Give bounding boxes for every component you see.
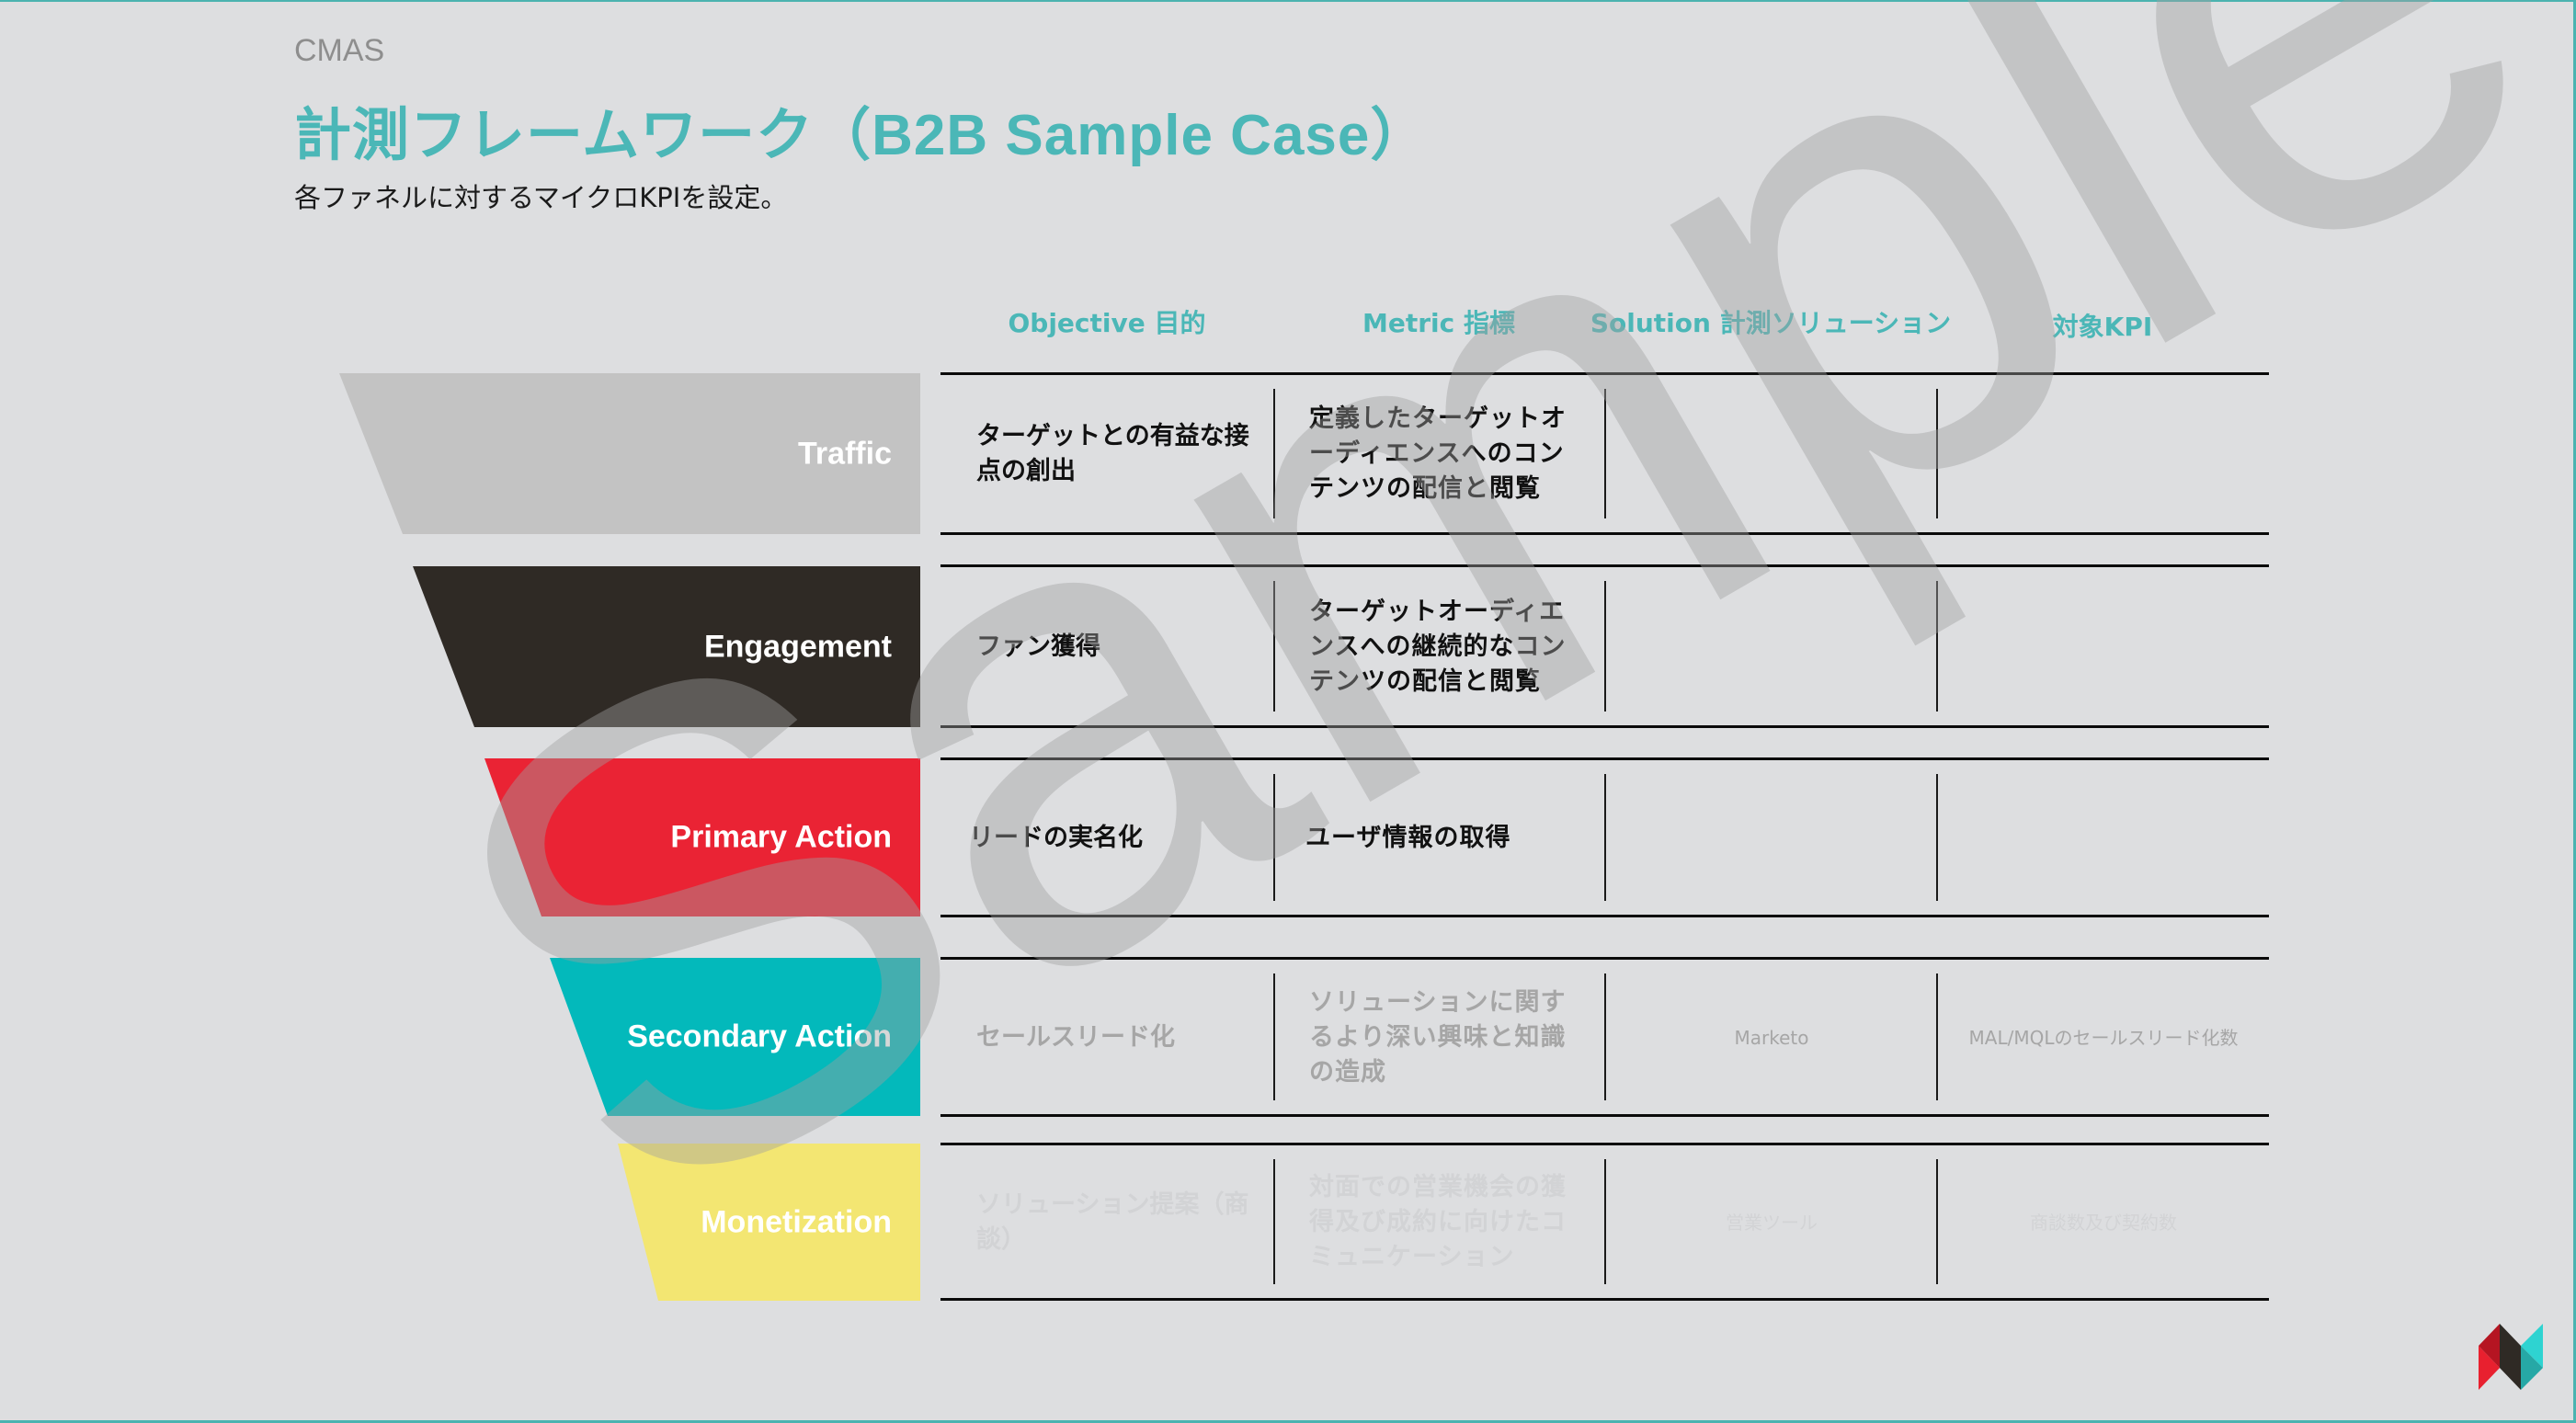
stage-label-traffic: Traffic bbox=[797, 436, 892, 471]
stage-label-primary-action: Primary Action bbox=[670, 819, 892, 855]
column-divider bbox=[1273, 973, 1275, 1100]
column-divider bbox=[1936, 581, 1938, 712]
column-divider bbox=[1604, 581, 1606, 712]
column-divider bbox=[1273, 1159, 1275, 1284]
stage-label-engagement: Engagement bbox=[703, 629, 892, 664]
row-top-rule bbox=[940, 757, 2269, 760]
brand-logo-icon bbox=[2479, 1324, 2543, 1390]
cell-secondary-action-solution: Marketo bbox=[1734, 1026, 1809, 1049]
row-top-rule bbox=[940, 1143, 2269, 1145]
cell-traffic-metric: 定義したターゲットオーディエンスへのコンテンツの配信と閲覧 bbox=[1309, 404, 1567, 503]
row-bottom-rule bbox=[940, 532, 2269, 535]
row-top-rule bbox=[940, 372, 2269, 375]
column-divider bbox=[1936, 774, 1938, 901]
column-divider bbox=[1273, 389, 1275, 518]
cell-secondary-action-metric: ソリューションに関するより深い興味と知識の造成 bbox=[1309, 987, 1567, 1087]
row-bottom-rule bbox=[940, 1114, 2269, 1117]
cell-primary-action-metric: ユーザ情報の取得 bbox=[1305, 823, 1511, 852]
cell-monetization-solution: 営業ツール bbox=[1726, 1211, 1818, 1234]
cell-engagement-objective: ファン獲得 bbox=[976, 632, 1100, 661]
stage-label-secondary-action: Secondary Action bbox=[627, 1019, 892, 1054]
column-divider bbox=[1936, 389, 1938, 518]
row-top-rule bbox=[940, 957, 2269, 960]
cell-secondary-action-kpi: MAL/MQLのセールスリード化数 bbox=[1968, 1026, 2239, 1049]
row-top-rule bbox=[940, 564, 2269, 567]
column-divider bbox=[1273, 774, 1275, 901]
cell-monetization-metric: 対面での営業機会の獲得及び成約に向けたコミュニケーション bbox=[1309, 1172, 1567, 1271]
cell-engagement-metric: ターゲットオーディエンスへの継続的なコンテンツの配信と閲覧 bbox=[1309, 597, 1567, 696]
logo-dark-panel bbox=[2500, 1324, 2521, 1390]
column-divider bbox=[1273, 581, 1275, 712]
cell-traffic-objective: ターゲットとの有益な接点の創出 bbox=[976, 422, 1249, 485]
cell-primary-action-objective: リードの実名化 bbox=[969, 823, 1143, 852]
stage-label-monetization: Monetization bbox=[701, 1204, 892, 1239]
cell-monetization-kpi: 商談数及び契約数 bbox=[2030, 1211, 2177, 1234]
row-bottom-rule bbox=[940, 1298, 2269, 1301]
cell-secondary-action-objective: セールスリード化 bbox=[976, 1022, 1175, 1052]
row-bottom-rule bbox=[940, 915, 2269, 917]
column-divider bbox=[1604, 389, 1606, 518]
cell-monetization-objective: ソリューション提案（商談） bbox=[976, 1190, 1249, 1254]
row-bottom-rule bbox=[940, 725, 2269, 728]
column-divider bbox=[1604, 774, 1606, 901]
